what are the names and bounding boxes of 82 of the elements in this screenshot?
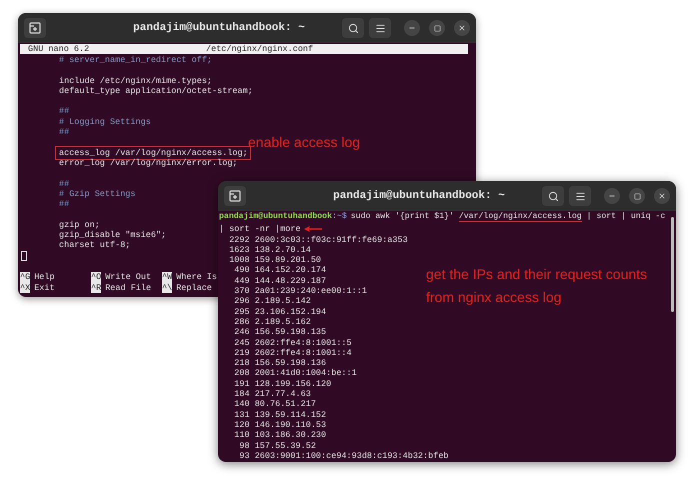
menu-icon [374,22,386,34]
window-title: pandajim@ubuntuhandbook: ~ [332,188,506,204]
shortcut-key: ^G [20,272,30,282]
text-cursor [21,250,27,261]
maximize-icon [634,192,640,200]
output-line: 449 144.48.229.187 [233,276,326,286]
prompt-user: pandajim@ubuntuhandbook [219,212,332,222]
maximize-icon [434,24,440,32]
shortcut-label: Replace [176,282,212,293]
output-line: 370 2a01:239:240:ee00:1::1 [233,286,367,296]
output-line: 490 164.152.20.174 [233,265,326,276]
command-text: | sort -nr |more [219,224,301,235]
close-button[interactable] [654,188,670,204]
command-text: /var/log/nginx/access.log [458,212,582,222]
code-comment: ## [59,178,70,189]
maximize-button[interactable] [629,188,645,204]
output-line: 295 23.106.152.194 [233,306,326,317]
arrow-icon [304,226,322,232]
output-line: 296 2.189.5.142 [233,296,311,306]
menu-button[interactable] [369,18,391,38]
output-line: 1008 159.89.201.50 [228,255,322,266]
output-line: 218 156.59.198.136 [233,358,326,368]
output-line: 140 80.76.51.217 [233,399,316,410]
close-icon [458,24,466,32]
output-line: 93 2603:9001:100:ce94:93d8:c193:4b32:bfeb [238,450,449,461]
shortcut-label: Exit [34,282,55,293]
code-line: gzip on; [59,220,100,230]
command-text: sudo awk '{print $1}' [350,212,455,222]
menu-button[interactable] [569,186,591,206]
code-line: gzip_disable "msie6"; [59,230,166,240]
prompt-path: :~$ [332,212,347,222]
menu-icon [574,190,586,202]
output-line: 1623 138.2.70.14 [228,244,311,255]
maximize-button[interactable] [429,20,445,36]
output-line: 2292 2600:3c03::f03c:91ff:fe69:a353 [228,234,408,245]
new-tab-button[interactable] [24,18,46,38]
annotation-text: enable access log [248,133,360,152]
code-line: include /etc/nginx/mime.types; [59,76,212,86]
code-comment: ## [59,127,70,138]
output-line: 184 217.77.4.63 [233,389,311,400]
new-tab-button[interactable] [224,186,246,206]
shortcut-label: Help [34,272,55,282]
search-button[interactable] [542,186,564,206]
shortcut-label: Write Out [105,272,152,282]
output-line: 110 103.186.30.230 [233,430,326,440]
new-tab-icon [29,22,41,34]
annotation-line: get the IPs and their request counts [426,265,648,284]
close-icon [658,192,666,200]
search-icon [348,22,358,34]
output-line: 286 2.189.5.162 [233,316,311,327]
output-line: 120 146.190.110.53 [233,420,326,430]
code-comment: # Logging Settings [59,116,151,127]
nano-version: GNU nano 6.2 [27,42,90,56]
code-line: default_type application/octet-stream; [59,86,253,96]
code-comment: ## [59,106,70,116]
output-line: 245 2602:ffe4:8:1001::5 [233,338,352,348]
output-line: 131 139.59.114.152 [233,410,326,420]
shortcut-key: ^\ [162,282,172,293]
shortcut-key: ^R [91,282,102,293]
code-comment: # Gzip Settings [59,188,136,199]
output-line: 219 2602:ffe4:8:1001::4 [233,348,352,358]
search-button[interactable] [342,18,364,38]
search-icon [548,190,558,202]
output-line: 246 156.59.198.135 [233,327,326,338]
code-comment: ## [59,199,70,210]
shortcut-key: ^O [91,272,102,282]
code-line: access_log /var/log/nginx/access.log; [59,148,248,158]
shortcut-label: Where Is [176,272,218,282]
command-text: | sort | uniq -c [586,212,666,222]
output-line: 191 128.199.156.120 [233,378,332,389]
shortcut-key: ^X [20,282,30,293]
shortcut-label: Read File [105,282,152,293]
annotation-line: from nginx access log [426,288,562,307]
close-button[interactable] [454,20,470,36]
code-comment: # server_name_in_redirect off; [59,55,212,65]
output-line: 98 157.55.39.52 [238,440,316,451]
output-line: 208 2001:41d0:1004:be::1 [233,368,357,378]
code-line: charset utf-8; [59,240,130,250]
new-tab-icon [229,190,241,202]
window-title: pandajim@ubuntuhandbook: ~ [132,20,306,36]
file-name: /etc/nginx/nginx.conf [206,42,314,56]
code-line: error_log /var/log/nginx/error.log; [59,158,238,168]
